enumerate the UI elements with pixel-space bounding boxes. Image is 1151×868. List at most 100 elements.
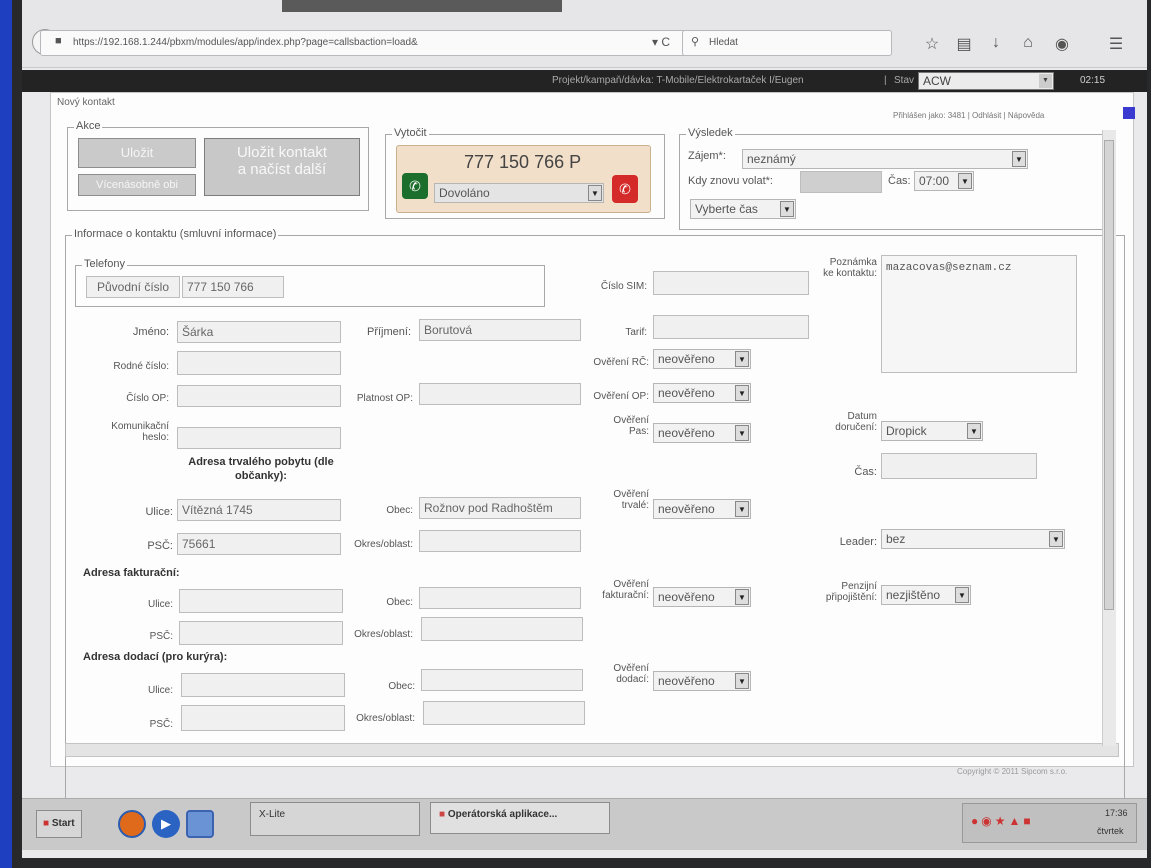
- billing-city-field[interactable]: [419, 587, 581, 609]
- comm-password-field[interactable]: [177, 427, 341, 449]
- orig-number-field[interactable]: 777 150 766: [182, 276, 284, 298]
- verify-pas-select[interactable]: neověřeno ▼: [653, 423, 751, 443]
- result-legend: Výsledek: [686, 127, 735, 139]
- hangup-button[interactable]: ✆: [612, 175, 638, 203]
- interest-select[interactable]: neznámý ▼: [742, 149, 1028, 169]
- verify-op-select[interactable]: neověřeno ▼: [653, 383, 751, 403]
- media-player-icon[interactable]: ▶: [152, 810, 180, 838]
- help-square-icon[interactable]: [1123, 107, 1135, 119]
- verify-billing-label: Ověření fakturační:: [602, 579, 649, 601]
- id-card-field[interactable]: [177, 385, 341, 407]
- permanent-address-heading: Adresa trvalého pobytu (dle občanky):: [188, 456, 334, 482]
- search-input[interactable]: ⚲ Hledat: [682, 30, 892, 56]
- note-textarea[interactable]: mazacovas@seznam.cz: [881, 255, 1077, 373]
- akce-group: Akce Uložit Vícenásobně obi Uložit konta…: [67, 120, 369, 211]
- chevron-down-icon: ▼: [1049, 531, 1063, 547]
- billing-district-field[interactable]: [421, 617, 583, 641]
- verify-perm-select[interactable]: neověřeno ▼: [653, 499, 751, 519]
- delivery-street-label: Ulice:: [147, 685, 173, 696]
- delivery-district-field[interactable]: [423, 701, 585, 725]
- status-select[interactable]: ACW ▼: [918, 72, 1054, 90]
- download-icon[interactable]: ↓: [986, 34, 1006, 52]
- leader-label: Leader:: [839, 536, 877, 548]
- url-text: https://192.168.1.244/pbxm/modules/app/i…: [73, 37, 418, 48]
- clock-day: čtvrtek: [1097, 826, 1124, 836]
- surname-field[interactable]: Borutová: [419, 319, 581, 341]
- contact-info-legend: Informace o kontaktu (smluvní informace): [72, 228, 279, 240]
- callback-time-select[interactable]: 07:00 ▼: [914, 171, 974, 191]
- delivery-city-field[interactable]: [421, 669, 583, 691]
- vertical-scroll-thumb[interactable]: [1104, 140, 1114, 610]
- clock-time: 17:36: [1105, 808, 1128, 818]
- verify-rc-select[interactable]: neověřeno ▼: [653, 349, 751, 369]
- birth-number-label: Rodné číslo:: [113, 361, 169, 372]
- zip-field[interactable]: 75661: [177, 533, 341, 555]
- desktop-icon[interactable]: [186, 810, 214, 838]
- bookmarks-icon[interactable]: ▤: [954, 34, 974, 54]
- save-and-load-next-button[interactable]: Uložit kontakt a načíst další: [204, 138, 360, 196]
- chat-icon[interactable]: ◉: [1052, 34, 1072, 54]
- url-bar[interactable]: ■ https://192.168.1.244/pbxm/modules/app…: [40, 30, 730, 56]
- taskbar-item-operator-app[interactable]: ■ Operátorská aplikace...: [430, 802, 610, 834]
- delivery-street-field[interactable]: [181, 673, 345, 697]
- dial-group: Vytočit 777 150 766 P ✆ Dovoláno ▼ ✆: [385, 127, 665, 219]
- billing-street-label: Ulice:: [147, 599, 173, 610]
- phones-group: Telefony Původní číslo 777 150 766: [75, 258, 545, 307]
- callback-label: Kdy znovu volat*:: [688, 175, 773, 187]
- billing-city-label: Obec:: [386, 597, 413, 608]
- start-button[interactable]: ■ Start: [36, 810, 82, 838]
- name-field[interactable]: Šárka: [177, 321, 341, 343]
- star-icon[interactable]: ☆: [922, 34, 942, 54]
- new-contact-window: Nový kontakt Přihlášen jako: 3481 | Odhl…: [50, 92, 1135, 835]
- delivery-time-label: Čas:: [854, 466, 877, 478]
- district-field[interactable]: [419, 530, 581, 552]
- billing-zip-field[interactable]: [179, 621, 343, 645]
- verify-perm-label: Ověření trvalé:: [613, 489, 649, 511]
- phone-icon: ✆: [409, 178, 421, 194]
- home-icon[interactable]: ⌂: [1018, 34, 1038, 52]
- tray-icons[interactable]: ●◉★▲■: [971, 814, 1034, 828]
- delivery-city-label: Obec:: [388, 681, 415, 692]
- menu-icon[interactable]: ☰: [1106, 34, 1126, 54]
- pension-label: Penzijní připojištění:: [825, 581, 877, 603]
- zip-label: PSČ:: [147, 540, 173, 552]
- windows-logo-icon: ■: [43, 818, 50, 829]
- reload-icon[interactable]: ▾ C: [652, 35, 670, 49]
- horizontal-scrollbar[interactable]: [65, 743, 1119, 757]
- street-field[interactable]: Vítězná 1745: [177, 499, 341, 521]
- pick-time-select[interactable]: Vyberte čas ▼: [690, 199, 796, 219]
- callback-date-input[interactable]: [800, 171, 882, 193]
- delivery-time-field[interactable]: [881, 453, 1037, 479]
- login-links[interactable]: Přihlášen jako: 3481 | Odhlásit | Nápově…: [893, 111, 1044, 120]
- city-field[interactable]: Rožnov pod Radhoštěm: [419, 497, 581, 519]
- status-label: Stav: [894, 75, 915, 86]
- multi-save-button[interactable]: Vícenásobně obi: [78, 174, 196, 196]
- dial-number: 777 150 766 P: [464, 152, 582, 172]
- delivery-address-heading: Adresa dodací (pro kurýra):: [83, 651, 228, 663]
- id-card-label: Číslo OP:: [126, 393, 169, 404]
- chevron-down-icon: ▼: [735, 501, 749, 517]
- taskbar-item-xlite[interactable]: X-Lite: [250, 802, 420, 836]
- dial-status-select[interactable]: Dovoláno ▼: [434, 183, 604, 203]
- id-valid-field[interactable]: [419, 383, 581, 405]
- callback-time-value: 07:00: [919, 174, 950, 188]
- billing-street-field[interactable]: [179, 589, 343, 613]
- call-button[interactable]: ✆: [402, 173, 428, 199]
- firefox-icon[interactable]: [118, 810, 146, 838]
- verify-billing-select[interactable]: neověřeno ▼: [653, 587, 751, 607]
- save-button[interactable]: Uložit: [78, 138, 196, 168]
- browser-tab[interactable]: [282, 0, 562, 12]
- billing-district-label: Okres/oblast:: [354, 629, 413, 640]
- save-button-label: Uložit: [120, 145, 154, 160]
- sim-label: Číslo SIM:: [600, 281, 647, 292]
- verify-rc-label: Ověření RČ:: [593, 357, 649, 368]
- delivery-date-select[interactable]: Dropick ▼: [881, 421, 983, 441]
- tariff-field[interactable]: [653, 315, 809, 339]
- birth-number-field[interactable]: [177, 351, 341, 375]
- save-next-line2: a načíst další: [237, 161, 327, 178]
- leader-select[interactable]: bez ▼: [881, 529, 1065, 549]
- delivery-zip-field[interactable]: [181, 705, 345, 731]
- pension-select[interactable]: nezjištěno ▼: [881, 585, 971, 605]
- app-icon: ■: [439, 809, 446, 820]
- verify-delivery-select[interactable]: neověřeno ▼: [653, 671, 751, 691]
